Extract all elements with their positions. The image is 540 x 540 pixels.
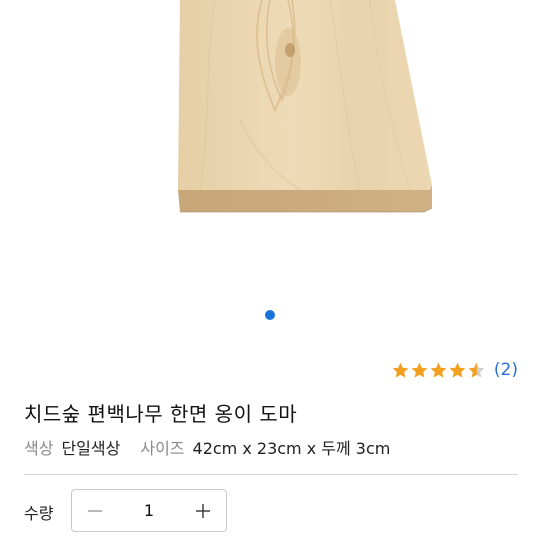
star-rating xyxy=(391,361,486,380)
quantity-increase-button[interactable] xyxy=(180,490,226,531)
gallery-pagination xyxy=(0,310,540,322)
gallery-dot-active[interactable] xyxy=(265,310,275,320)
review-count-link[interactable]: (2) xyxy=(494,360,518,380)
option-size-label: 사이즈 xyxy=(140,439,185,458)
quantity-label: 수량 xyxy=(24,504,54,523)
star-full-icon xyxy=(411,362,428,378)
option-color-label: 색상 xyxy=(24,439,54,458)
quantity-value[interactable]: 1 xyxy=(118,501,180,520)
plus-icon xyxy=(196,503,210,518)
quantity-decrease-button[interactable] xyxy=(72,490,118,531)
minus-icon xyxy=(88,509,102,512)
product-image-gallery[interactable] xyxy=(0,0,540,340)
star-full-icon xyxy=(392,362,409,378)
option-color-value: 단일색상 xyxy=(61,439,121,458)
section-divider xyxy=(24,474,518,475)
product-options: 색상 단일색상 사이즈 42cm x 23cm x 두께 3cm xyxy=(24,435,410,459)
option-size-value: 42cm x 23cm x 두께 3cm xyxy=(192,439,391,458)
star-full-icon xyxy=(449,362,466,378)
star-full-icon xyxy=(430,362,447,378)
star-half-icon xyxy=(468,362,485,378)
product-title: 치드숲 편백나무 한면 옹이 도마 xyxy=(24,402,298,426)
cutting-board-image xyxy=(178,0,433,213)
rating-row[interactable]: (2) xyxy=(391,358,518,382)
quantity-stepper[interactable]: 1 xyxy=(71,489,227,532)
